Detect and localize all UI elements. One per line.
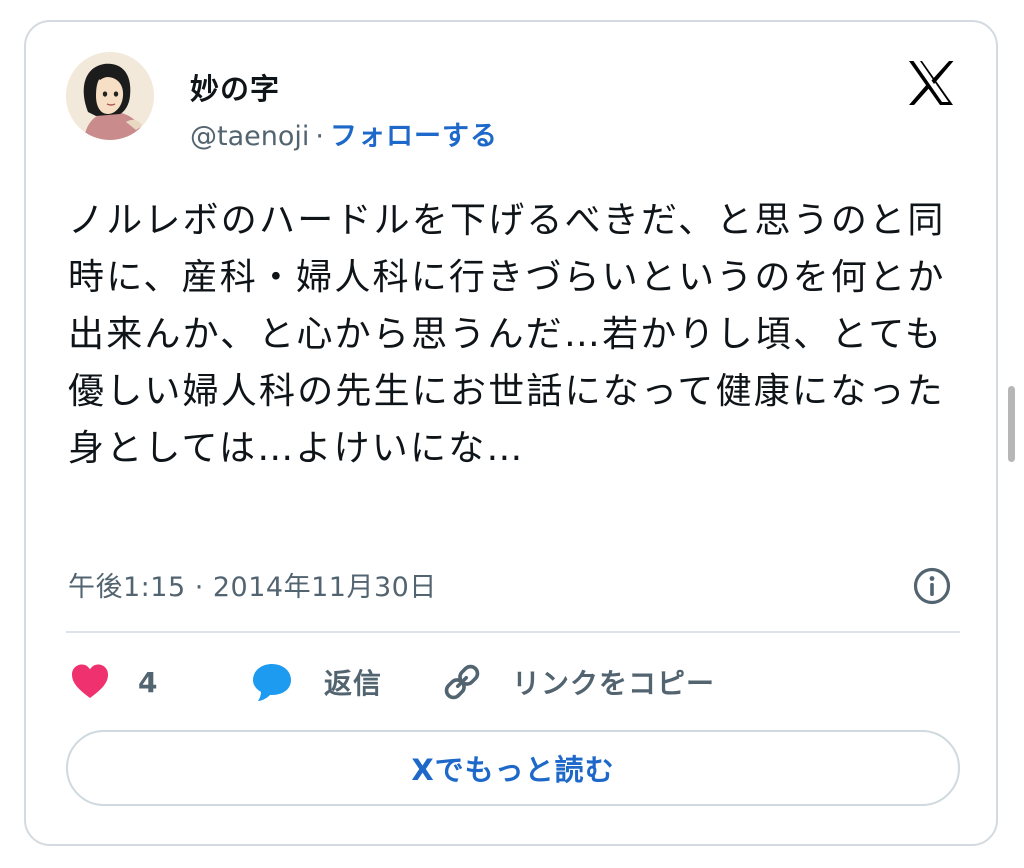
x-logo-icon[interactable] — [906, 58, 956, 108]
like-button[interactable]: 4 — [68, 654, 158, 710]
reply-button[interactable]: 返信 — [250, 654, 382, 710]
divider — [66, 631, 960, 633]
scrollbar-thumb[interactable] — [1008, 386, 1015, 462]
link-icon — [440, 660, 484, 704]
author-handle-row: @taenoji · フォローする — [190, 114, 498, 153]
author-display-name[interactable]: 妙の字 — [190, 66, 280, 108]
avatar-illustration — [66, 52, 154, 140]
author-handle[interactable]: @taenoji — [190, 121, 309, 152]
info-icon[interactable] — [912, 566, 952, 606]
handle-separator: · — [315, 121, 324, 152]
action-bar: 4 返信 リンクをコピー — [66, 654, 960, 710]
heart-icon — [68, 660, 112, 704]
like-count: 4 — [138, 665, 159, 699]
speech-bubble-icon — [250, 660, 294, 704]
avatar[interactable] — [66, 52, 154, 140]
reply-label: 返信 — [324, 667, 383, 700]
copy-link-button[interactable]: リンクをコピー — [440, 654, 715, 710]
tweet-text: ノルレボのハードルを下げるべきだ、と思うのと同時に、産科・婦人科に行きづらいとい… — [68, 200, 946, 469]
tweet-timestamp[interactable]: 午後1:15 · 2014年11月30日 — [68, 565, 437, 604]
follow-button[interactable]: フォローする — [330, 121, 498, 152]
read-more-button[interactable]: Xでもっと読む — [66, 730, 960, 806]
tweet-card: 妙の字 @taenoji · フォローする ノルレボのハードルを下げるべきだ、と思う… — [24, 20, 998, 846]
copy-link-label: リンクをコピー — [512, 667, 716, 700]
